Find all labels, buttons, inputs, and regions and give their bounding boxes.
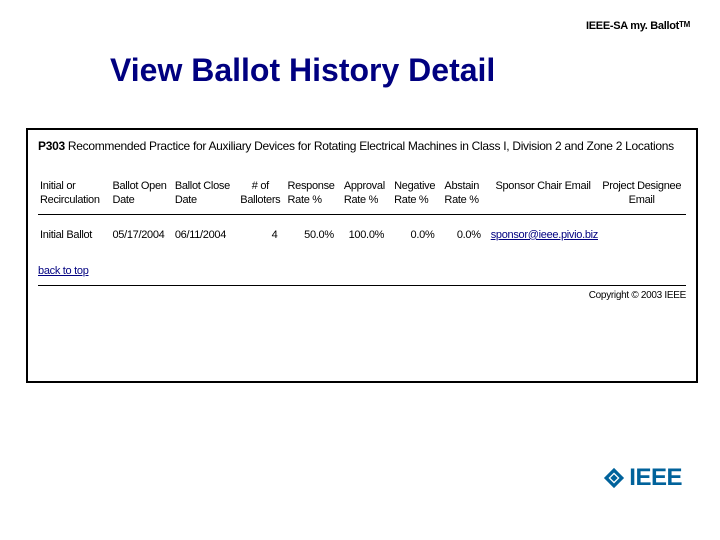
brand-tag: IEEE-SA my. BallotTM xyxy=(586,20,690,32)
cell-type: Initial Ballot xyxy=(38,214,110,243)
page-title: View Ballot History Detail xyxy=(110,52,495,89)
history-table: Initial or Recirculation Ballot Open Dat… xyxy=(38,178,686,243)
cell-sponsor-email: sponsor@ieee.pivio.biz xyxy=(489,214,598,243)
sponsor-email-link[interactable]: sponsor@ieee.pivio.biz xyxy=(491,229,598,241)
cell-open: 05/17/2004 xyxy=(110,214,172,243)
cell-designee-email xyxy=(597,214,686,243)
project-description: P303 Recommended Practice for Auxiliary … xyxy=(38,138,686,154)
col-balloters: # of Balloters xyxy=(235,178,285,214)
brand-name: my. Ballot xyxy=(630,20,679,32)
history-table-wrap: Initial or Recirculation Ballot Open Dat… xyxy=(38,178,686,243)
content-frame: P303 Recommended Practice for Auxiliary … xyxy=(26,128,698,383)
project-text: Recommended Practice for Auxiliary Devic… xyxy=(68,139,674,153)
col-approval: Approval Rate % xyxy=(342,178,392,214)
col-type: Initial or Recirculation xyxy=(38,178,110,214)
cell-negative: 0.0% xyxy=(392,214,442,243)
brand-tm: TM xyxy=(679,20,690,29)
cell-balloters: 4 xyxy=(235,214,285,243)
brand-prefix: IEEE-SA xyxy=(586,20,630,32)
col-sponsor-email: Sponsor Chair Email xyxy=(489,178,598,214)
back-to-top-link[interactable]: back to top xyxy=(38,265,89,277)
cell-close: 06/11/2004 xyxy=(173,214,235,243)
ieee-logo-text: IEEE xyxy=(629,464,682,492)
ieee-logo: IEEE xyxy=(603,464,682,492)
divider xyxy=(38,285,686,286)
cell-abstain: 0.0% xyxy=(442,214,488,243)
table-row: Initial Ballot 05/17/2004 06/11/2004 4 5… xyxy=(38,214,686,243)
cell-approval: 100.0% xyxy=(342,214,392,243)
col-open: Ballot Open Date xyxy=(110,178,172,214)
col-negative: Negative Rate % xyxy=(392,178,442,214)
copyright: Copyright © 2003 IEEE xyxy=(38,290,686,301)
ieee-diamond-icon xyxy=(603,467,625,489)
table-header-row: Initial or Recirculation Ballot Open Dat… xyxy=(38,178,686,214)
col-abstain: Abstain Rate % xyxy=(442,178,488,214)
col-close: Ballot Close Date xyxy=(173,178,235,214)
col-response: Response Rate % xyxy=(285,178,341,214)
col-designee-email: Project Designee Email xyxy=(597,178,686,214)
project-id: P303 xyxy=(38,139,65,153)
cell-response: 50.0% xyxy=(285,214,341,243)
